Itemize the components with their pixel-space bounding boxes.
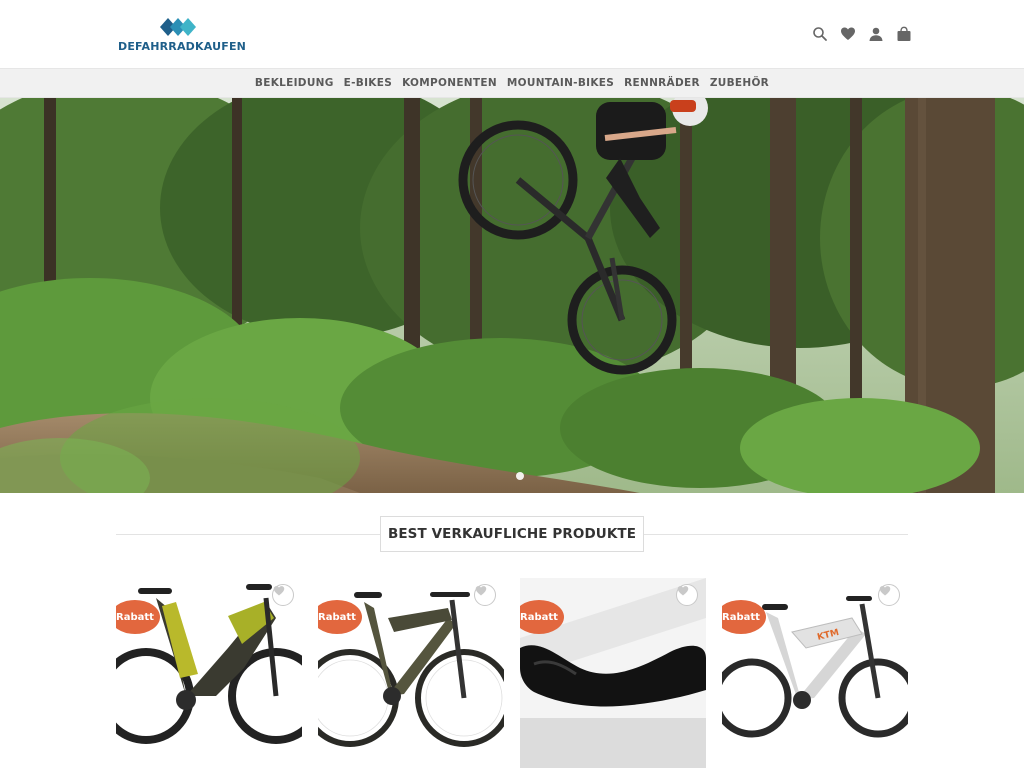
product-card[interactable]: KTM Rabatt bbox=[722, 578, 908, 768]
heart-icon bbox=[273, 586, 285, 596]
nav-item-bekleidung[interactable]: BEKLEIDUNG bbox=[250, 77, 339, 89]
product-card[interactable]: Rabatt bbox=[318, 578, 504, 768]
nav-item-mountain-bikes[interactable]: MOUNTAIN-BIKES bbox=[502, 77, 619, 89]
site-header: DEFAHRRADKAUFEN bbox=[0, 0, 1024, 68]
heart-icon[interactable] bbox=[840, 26, 856, 42]
wishlist-button[interactable] bbox=[474, 584, 496, 606]
section-title: BEST VERKAUFLICHE PRODUKTE bbox=[387, 526, 637, 542]
product-card[interactable]: Rabatt bbox=[520, 578, 706, 768]
header-icons bbox=[812, 24, 912, 44]
heart-icon bbox=[475, 586, 487, 596]
user-icon[interactable] bbox=[868, 26, 884, 42]
cart-icon[interactable] bbox=[896, 26, 912, 42]
hero-slider[interactable] bbox=[0, 98, 1024, 493]
nav-item-zubehoer[interactable]: ZUBEHÖR bbox=[705, 77, 774, 89]
heart-icon bbox=[677, 586, 689, 596]
wishlist-button[interactable] bbox=[272, 584, 294, 606]
nav-item-e-bikes[interactable]: E-BIKES bbox=[339, 77, 397, 89]
logo-mark-icon bbox=[160, 18, 196, 36]
product-card[interactable]: Rabatt bbox=[116, 578, 302, 768]
logo-text: DEFAHRRADKAUFEN bbox=[118, 40, 247, 53]
site-logo[interactable]: DEFAHRRADKAUFEN bbox=[118, 16, 246, 56]
hero-image bbox=[0, 98, 1024, 493]
search-icon[interactable] bbox=[812, 26, 828, 42]
main-nav: BEKLEIDUNG E-BIKES KOMPONENTEN MOUNTAIN-… bbox=[0, 68, 1024, 98]
wishlist-button[interactable] bbox=[676, 584, 698, 606]
heart-icon bbox=[879, 586, 891, 596]
section-heading-box: BEST VERKAUFLICHE PRODUKTE bbox=[380, 516, 644, 552]
slider-dot[interactable] bbox=[516, 472, 524, 480]
nav-item-komponenten[interactable]: KOMPONENTEN bbox=[397, 77, 502, 89]
nav-item-rennraeder[interactable]: RENNRÄDER bbox=[619, 77, 705, 89]
wishlist-button[interactable] bbox=[878, 584, 900, 606]
product-grid: Rabatt Rabatt Rabatt KTM Rabatt bbox=[116, 578, 908, 768]
